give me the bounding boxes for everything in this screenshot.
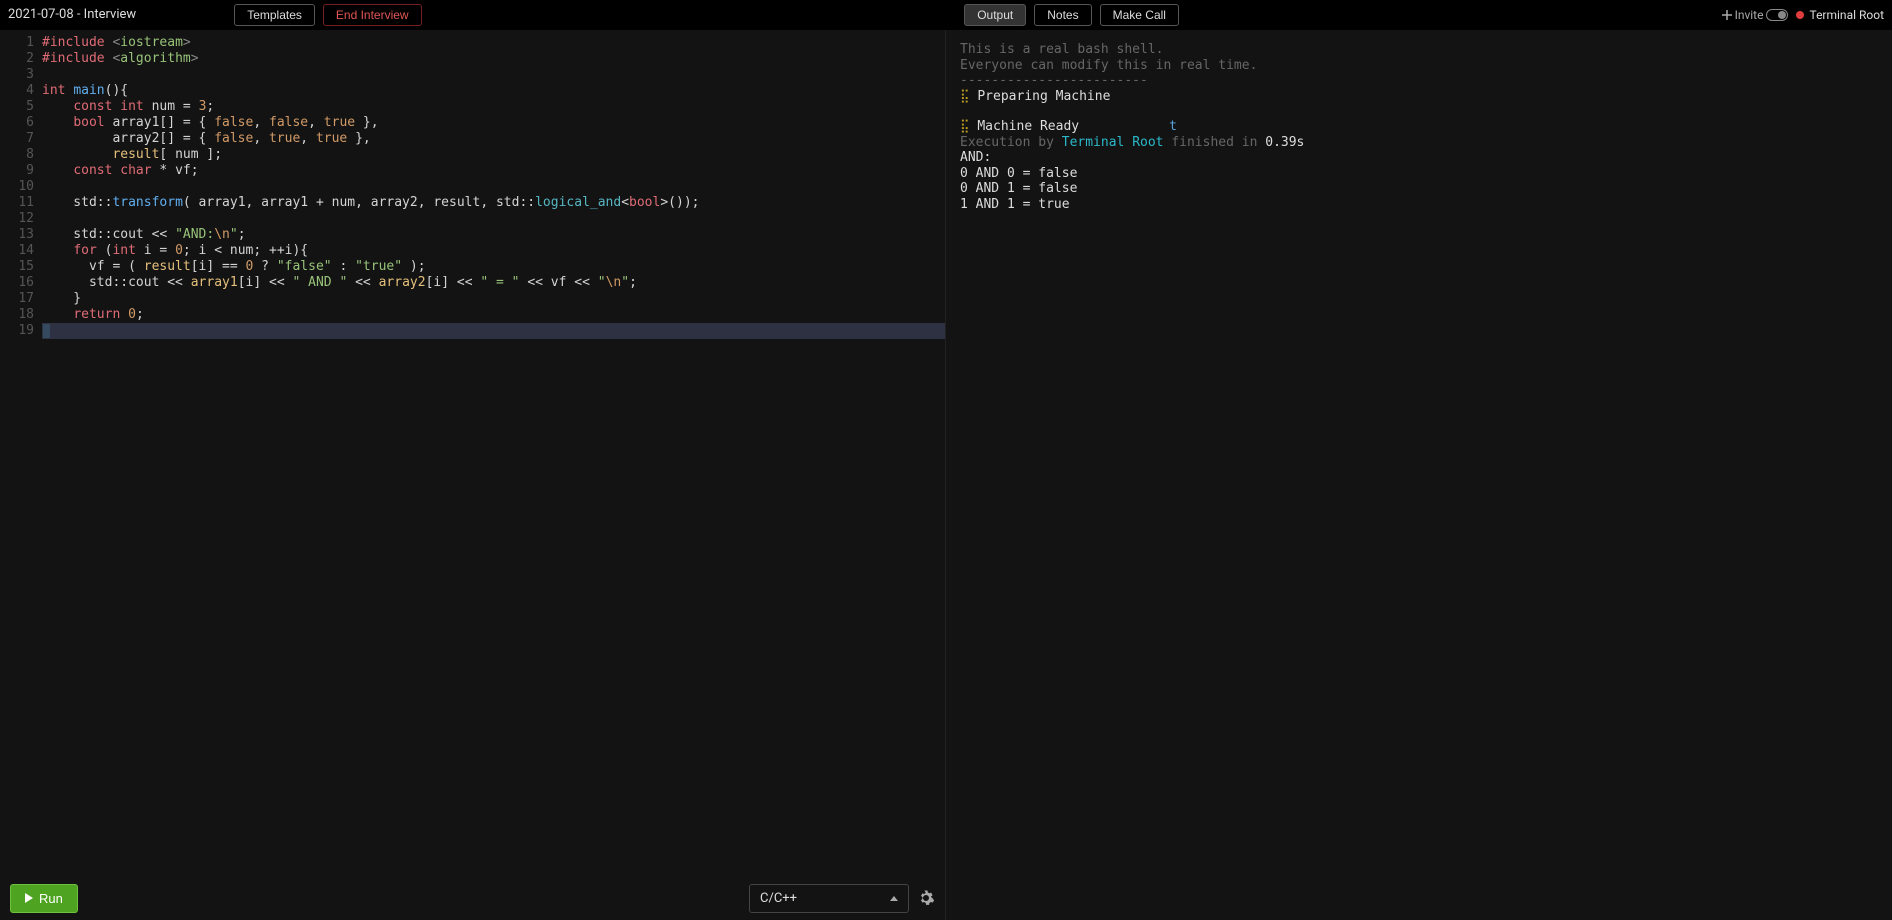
top-bar: 2021-07-08 - Interview Templates End Int…: [0, 0, 1892, 30]
run-button[interactable]: Run: [10, 884, 78, 913]
output-preparing: ⣯ Preparing Machine: [960, 89, 1878, 105]
code-editor[interactable]: 12345678910111213141516171819 #include <…: [0, 30, 945, 876]
output-exec-line: Execution by Terminal Root finished in 0…: [960, 135, 1878, 151]
play-icon: [25, 893, 33, 903]
invite-toggle[interactable]: [1766, 9, 1788, 21]
session-title: 2021-07-08 - Interview: [8, 7, 136, 22]
user-indicator: Terminal Root: [1796, 8, 1884, 22]
tab-output[interactable]: Output: [964, 4, 1026, 26]
language-select[interactable]: C/C++: [749, 884, 909, 913]
code-area[interactable]: #include <iostream>#include <algorithm>i…: [42, 30, 945, 339]
tab-notes[interactable]: Notes: [1034, 4, 1091, 26]
chevron-up-icon: [890, 896, 898, 901]
make-call-button[interactable]: Make Call: [1100, 4, 1179, 26]
line-gutter: 12345678910111213141516171819: [0, 30, 42, 339]
output-panel[interactable]: This is a real bash shell. Everyone can …: [946, 30, 1892, 920]
status-dot-icon: [1796, 11, 1804, 19]
output-ready: ⣯ Machine Readyt: [960, 119, 1878, 135]
editor-footer: Run C/C++: [0, 876, 945, 920]
templates-button[interactable]: Templates: [234, 4, 315, 26]
gear-icon[interactable]: [917, 889, 935, 907]
end-interview-button[interactable]: End Interview: [323, 4, 422, 26]
invite-button[interactable]: Invite: [1722, 8, 1789, 22]
output-program-lines: AND:0 AND 0 = false0 AND 1 = false1 AND …: [960, 150, 1878, 212]
plus-icon: [1722, 10, 1732, 20]
